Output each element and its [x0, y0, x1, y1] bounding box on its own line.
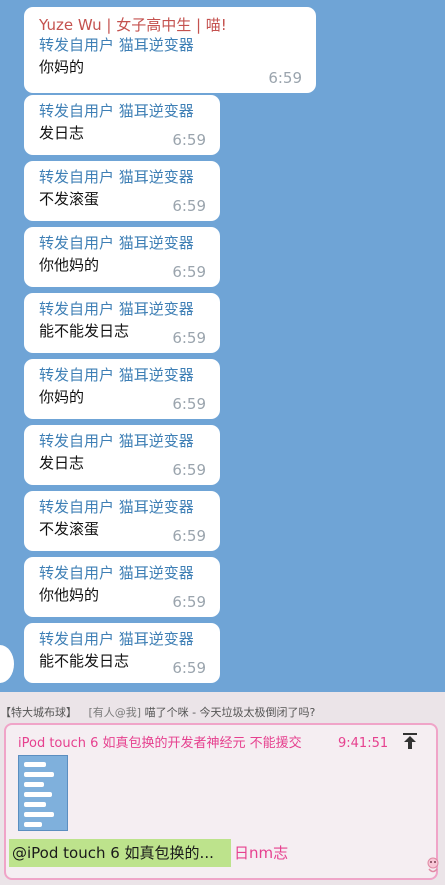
message-time: 6:59 — [172, 263, 206, 281]
message-bubble[interactable]: 转发自用户 猫耳逆变器 你他妈的 6:59 — [24, 227, 220, 287]
message-bubble[interactable]: 转发自用户 猫耳逆变器 发日志 6:59 — [24, 95, 220, 155]
reply-card-time: 9:41:51 — [338, 736, 389, 751]
notification-bar[interactable]: 【特大城布球】 [有人@我] 喵了个咪 - 今天垃圾太极倒闭了吗? — [0, 706, 445, 720]
thumbnail-line — [24, 822, 42, 827]
reply-text: 日nm志 — [234, 844, 289, 862]
forwarded-from-label[interactable]: 转发自用户 猫耳逆变器 — [39, 167, 206, 188]
forwarded-from-label[interactable]: 转发自用户 猫耳逆变器 — [39, 299, 206, 320]
quoted-mention[interactable]: @iPod touch 6 如真包换的... — [9, 839, 231, 867]
thumbnail-line — [24, 772, 54, 777]
sender-name[interactable]: Yuze Wu | 女子高中生 | 喵! — [39, 15, 302, 35]
forwarded-from-label[interactable]: 转发自用户 猫耳逆变器 — [39, 365, 206, 386]
message-time: 6:59 — [172, 329, 206, 347]
message-time: 6:59 — [172, 593, 206, 611]
message-bubble[interactable]: Yuze Wu | 女子高中生 | 喵! 转发自用户 猫耳逆变器 你妈的 6:5… — [24, 7, 316, 93]
thumbnail-line — [24, 792, 52, 797]
message-bubble[interactable]: 转发自用户 猫耳逆变器 发日志 6:59 — [24, 425, 220, 485]
pin-top-icon[interactable] — [400, 732, 420, 754]
notification-group: 【特大城布球】 — [0, 706, 77, 719]
message-time: 6:59 — [172, 659, 206, 677]
reply-card[interactable]: iPod touch 6 如真包换的开发者神经元 不能援交 9:41:51 @i… — [4, 723, 438, 880]
forwarded-from-label[interactable]: 转发自用户 猫耳逆变器 — [39, 563, 206, 584]
thumbnail-line — [24, 762, 46, 767]
message-bubble[interactable]: 转发自用户 猫耳逆变器 不发滚蛋 6:59 — [24, 161, 220, 221]
chat-area: Yuze Wu | 女子高中生 | 喵! 转发自用户 猫耳逆变器 你妈的 6:5… — [0, 0, 445, 692]
partial-avatar — [0, 645, 14, 683]
reply-card-title: iPod touch 6 如真包换的开发者神经元 不能援交 — [18, 736, 302, 751]
forwarded-from-label[interactable]: 转发自用户 猫耳逆变器 — [39, 497, 206, 518]
screenshot-thumbnail[interactable] — [18, 755, 68, 831]
message-bubble[interactable]: 转发自用户 猫耳逆变器 能不能发日志 6:59 — [24, 623, 220, 683]
message-time: 6:59 — [172, 527, 206, 545]
forwarded-from-label[interactable]: 转发自用户 猫耳逆变器 — [39, 35, 302, 56]
forwarded-from-label[interactable]: 转发自用户 猫耳逆变器 — [39, 233, 206, 254]
thumbnail-line — [24, 812, 54, 817]
sticker-icon[interactable] — [426, 855, 442, 877]
thumbnail-line — [24, 782, 44, 787]
message-bubble[interactable]: 转发自用户 猫耳逆变器 你他妈的 6:59 — [24, 557, 220, 617]
forwarded-from-label[interactable]: 转发自用户 猫耳逆变器 — [39, 629, 206, 650]
sticker-icon-glyph — [427, 857, 439, 873]
mention-tag: [有人@我] — [88, 706, 142, 719]
message-time: 6:59 — [172, 395, 206, 413]
pin-top-icon-glyph — [403, 733, 417, 749]
message-time: 6:59 — [172, 131, 206, 149]
message-bubble[interactable]: 转发自用户 猫耳逆变器 你妈的 6:59 — [24, 359, 220, 419]
message-bubble[interactable]: 转发自用户 猫耳逆变器 不发滚蛋 6:59 — [24, 491, 220, 551]
message-time: 6:59 — [172, 197, 206, 215]
forwarded-from-label[interactable]: 转发自用户 猫耳逆变器 — [39, 431, 206, 452]
message-time: 6:59 — [172, 461, 206, 479]
thumbnail-line — [24, 802, 46, 807]
message-text: 你妈的 — [39, 58, 85, 76]
forwarded-from-label[interactable]: 转发自用户 猫耳逆变器 — [39, 101, 206, 122]
notification-text: 喵了个咪 - 今天垃圾太极倒闭了吗? — [144, 706, 316, 719]
message-bubble[interactable]: 转发自用户 猫耳逆变器 能不能发日志 6:59 — [24, 293, 220, 353]
message-time: 6:59 — [268, 69, 302, 87]
